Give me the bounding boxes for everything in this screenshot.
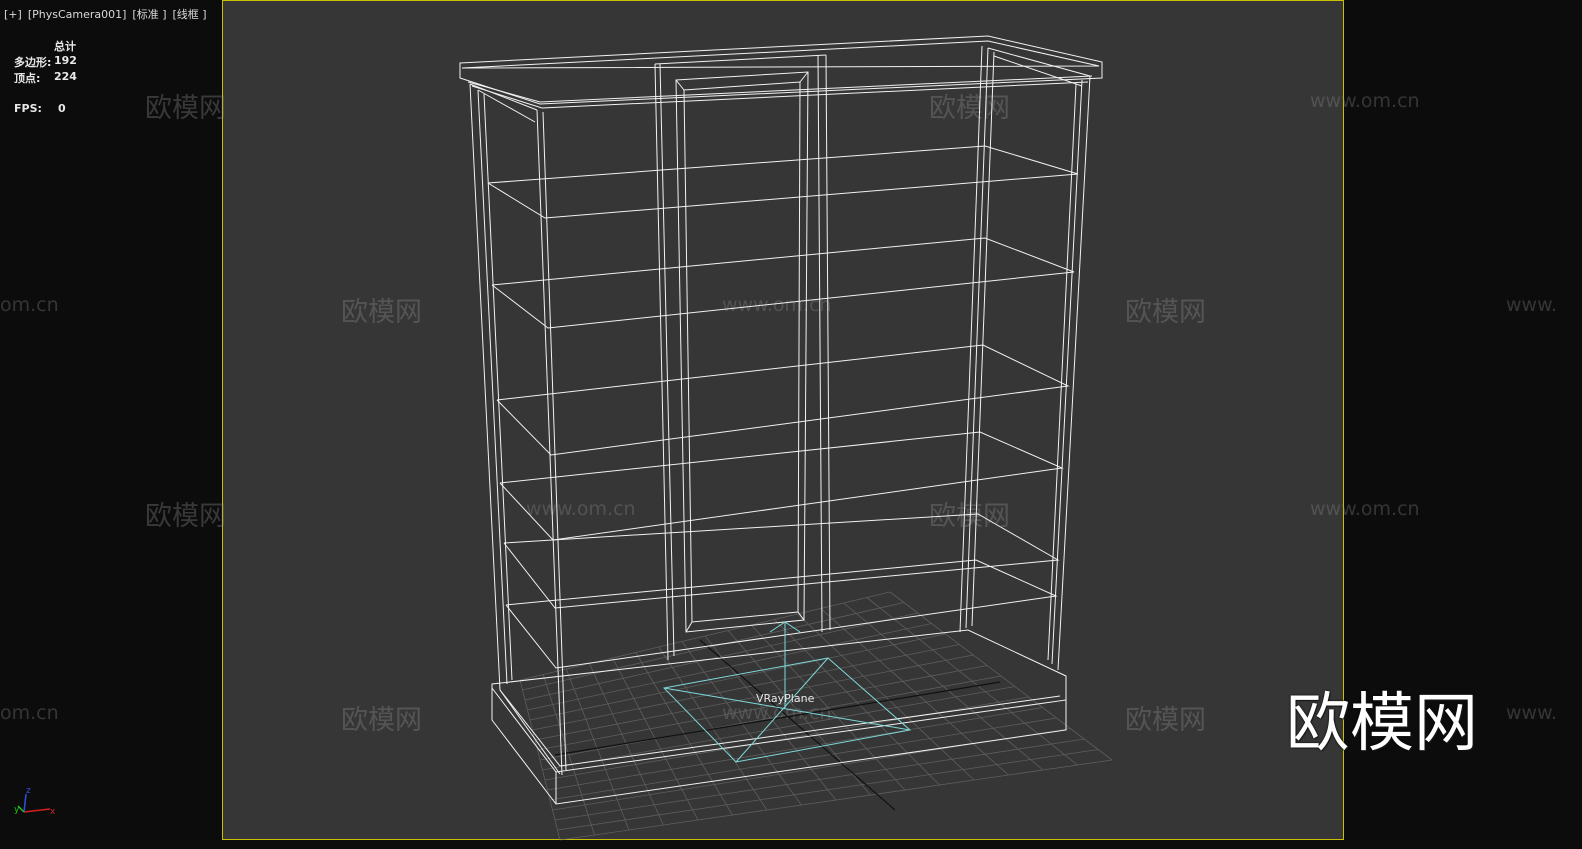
grid-line (519, 591, 891, 681)
grid-center-axes (554, 639, 1001, 811)
glass-shelves[interactable] (487, 145, 1079, 669)
gizmo-x-label: x (50, 807, 56, 817)
grid-line (750, 624, 906, 791)
gizmo-y-label: y (14, 805, 20, 815)
vrayplane-label: VRayPlane (756, 692, 815, 705)
cabinet-wireframe[interactable] (459, 35, 1103, 805)
grid-line (524, 612, 918, 701)
grid-line (522, 602, 904, 691)
brand-logo-watermark: 欧模网 (1286, 687, 1478, 761)
axis-gizmo-icon: z y x (14, 786, 56, 817)
ground-grid (519, 591, 1113, 841)
gizmo-z-label: z (26, 786, 31, 796)
grid-line (527, 623, 932, 711)
